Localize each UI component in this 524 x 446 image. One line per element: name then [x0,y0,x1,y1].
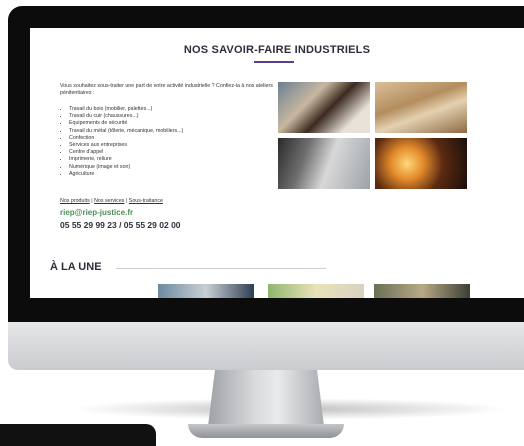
list-item: Imprimerie, reliure [69,156,183,163]
monitor-stand [208,370,324,426]
monitor-stand-base [188,424,344,438]
link-nos-services[interactable]: Nos services [94,198,124,204]
email-link[interactable]: riep@riep-justice.fr [60,208,133,217]
page-title: NOS SAVOIR-FAIRE INDUSTRIELS [183,44,371,56]
list-item: Confection [69,135,183,142]
corner-block [0,424,156,446]
list-item: Travail du bois (mobilier, palettes...) [69,106,183,113]
monitor-chin [8,322,524,370]
list-item: Agriculture [69,171,183,178]
photo-machine [278,138,370,189]
news-thumbnail[interactable] [158,284,254,298]
section-title: À LA UNE [50,261,102,273]
list-item: Equipements de sécurité [69,120,183,127]
link-sous-traitance[interactable]: Sous-traitance [129,198,163,204]
photo-metal-sparks [375,138,467,189]
links-row: Nos produits | Nos services | Sous-trait… [60,198,163,204]
news-thumbnail[interactable] [268,284,364,298]
intro-text: Vous souhaitez sous-traiter une part de … [60,83,273,96]
phone-numbers: 05 55 29 99 23 / 05 55 29 02 00 [60,220,181,230]
section-divider [116,268,326,269]
list-item: Services aux entreprises [69,142,183,149]
link-separator: | [91,198,93,204]
photo-woodwork [375,82,467,133]
monitor-screen: NOS SAVOIR-FAIRE INDUSTRIELS Vous souhai… [30,28,524,298]
list-item: Travail du cuir (chaussures...) [69,113,183,120]
list-item: Centre d'appel [69,149,183,156]
photo-workers [278,82,370,133]
list-item: Numérique (image et son) [69,164,183,171]
title-underline [254,61,294,63]
news-thumbnail[interactable] [374,284,470,298]
link-nos-produits[interactable]: Nos produits [60,198,90,204]
list-item: Travail du métal (tôlerie, mécanique, mo… [69,128,183,135]
services-list: Travail du bois (mobilier, palettes...) … [60,106,183,178]
link-separator: | [125,198,128,204]
